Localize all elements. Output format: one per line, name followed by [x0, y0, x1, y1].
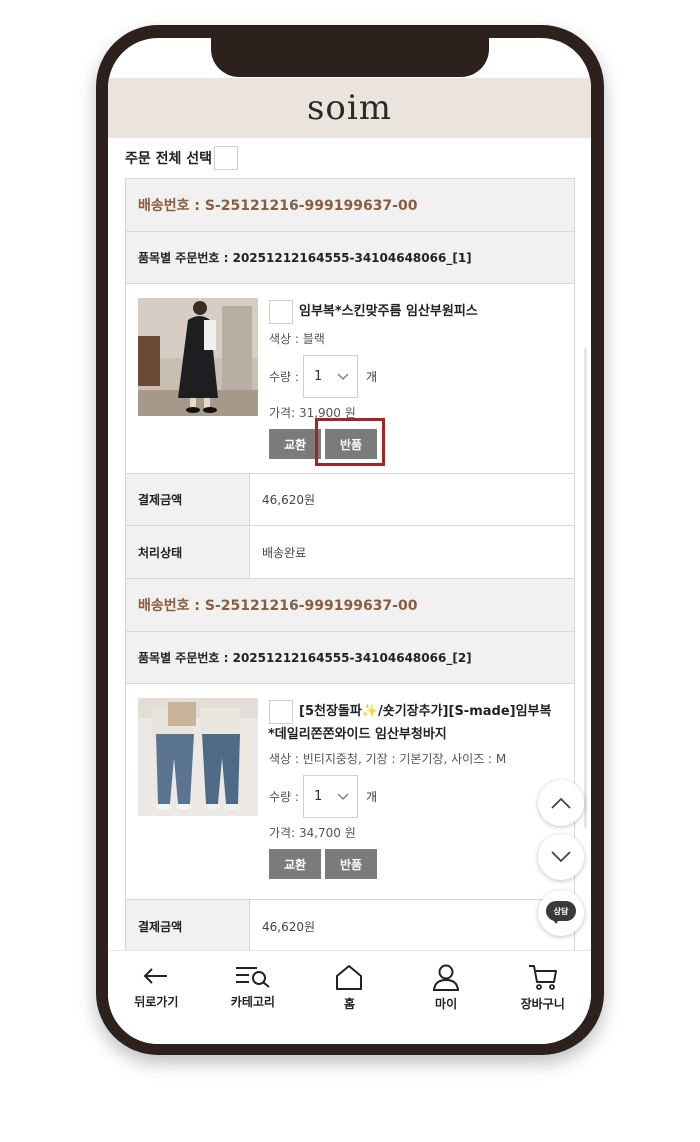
nav-label: 뒤로가기	[134, 995, 179, 1009]
product-info: 임부복*스킨맞주름 임산부원피스 색상 : 블랙 수량 : 1 개 가격: 31…	[269, 300, 568, 459]
nav-my[interactable]: 마이	[398, 951, 495, 1044]
scroll-bottom-button[interactable]	[538, 834, 584, 880]
order-content: 주문 전체 선택 배송번호 : S-25121216-999199637-00 …	[108, 138, 591, 950]
quantity-unit: 개	[365, 370, 377, 384]
back-arrow-icon	[143, 968, 168, 984]
exchange-button[interactable]: 교환	[269, 849, 321, 879]
payment-amount-row: 결제금액 46,620원	[126, 474, 574, 526]
nav-label: 카테고리	[230, 995, 275, 1009]
product-name-line1[interactable]: [5천장돌파✨/숏기장추가][S-made]임부복	[299, 700, 551, 724]
select-all-checkbox[interactable]	[214, 146, 239, 170]
scrollbar[interactable]	[584, 348, 587, 828]
order-item: 임부복*스킨맞주름 임산부원피스 색상 : 블랙 수량 : 1 개 가격: 31…	[126, 284, 574, 474]
shipping-number: 배송번호 : S-25121216-999199637-00	[126, 179, 574, 232]
row-value: 46,620원	[262, 919, 316, 934]
chevron-down-icon	[337, 793, 349, 800]
payment-amount-row: 결제금액 46,620원	[126, 900, 574, 950]
nav-cart[interactable]: 장바구니	[494, 951, 591, 1044]
cart-icon	[528, 965, 557, 990]
nav-label: 홈	[343, 997, 355, 1011]
chat-bubble-icon: 상담	[546, 901, 576, 925]
quantity-select[interactable]: 1	[302, 355, 358, 398]
bottom-navigation: 뒤로가기 카테고리 홈 마이 장바구니	[108, 950, 591, 1044]
status-row: 처리상태 배송완료	[126, 526, 574, 578]
return-button-highlight	[315, 418, 385, 466]
product-name[interactable]: 임부복*스킨맞주름 임산부원피스	[299, 300, 478, 324]
select-all-label: 주문 전체 선택	[125, 151, 213, 167]
return-button[interactable]: 반품	[325, 849, 377, 879]
category-search-icon	[235, 967, 270, 988]
product-image[interactable]	[138, 698, 258, 816]
item-order-number: 품목별 주문번호 : 20251212164555-34104648066_[1…	[126, 232, 574, 284]
product-price: 가격: 34,700 원	[269, 826, 356, 840]
shipping-number: 배송번호 : S-25121216-999199637-00	[126, 579, 574, 632]
order-card: 배송번호 : S-25121216-999199637-00 품목별 주문번호 …	[125, 178, 575, 579]
phone-notch	[211, 25, 489, 77]
home-icon	[336, 965, 363, 990]
phone-screen: soim 주문 전체 선택 배송번호 : S-25121216-99919963…	[108, 38, 591, 1044]
nav-home[interactable]: 홈	[301, 951, 398, 1044]
order-item: [5천장돌파✨/숏기장추가][S-made]임부복 *데일리쫀쫀와이드 임산부청…	[126, 684, 574, 900]
nav-category[interactable]: 카테고리	[205, 951, 302, 1044]
user-icon	[432, 964, 460, 991]
exchange-button[interactable]: 교환	[269, 429, 321, 459]
product-price: 가격: 31,900 원	[269, 406, 356, 420]
brand-logo[interactable]: soim	[307, 88, 392, 128]
chat-label: 상담	[553, 906, 569, 916]
scroll-top-button[interactable]	[538, 780, 584, 826]
quantity-label: 수량 :	[269, 370, 299, 384]
order-card: 배송번호 : S-25121216-999199637-00 품목별 주문번호 …	[125, 578, 575, 950]
quantity-value: 1	[313, 369, 323, 384]
quantity-select[interactable]: 1	[302, 775, 358, 818]
chat-consult-button[interactable]: 상담	[538, 890, 584, 936]
app-header: soim	[108, 78, 591, 138]
nav-label: 마이	[435, 997, 458, 1011]
quantity-label: 수량 :	[269, 790, 299, 804]
quantity-unit: 개	[365, 790, 377, 804]
row-key: 결제금액	[126, 900, 250, 950]
chevron-down-icon	[551, 851, 571, 863]
quantity-value: 1	[313, 789, 323, 804]
row-key: 처리상태	[126, 526, 250, 578]
row-key: 결제금액	[126, 474, 250, 525]
product-info: [5천장돌파✨/숏기장추가][S-made]임부복 *데일리쫀쫀와이드 임산부청…	[268, 700, 568, 879]
product-name-line2[interactable]: *데일리쫀쫀와이드 임산부청바지	[268, 724, 568, 746]
item-order-number: 품목별 주문번호 : 20251212164555-34104648066_[2…	[126, 632, 574, 684]
product-image[interactable]	[138, 298, 258, 416]
select-all-orders: 주문 전체 선택	[125, 146, 239, 170]
row-value: 배송완료	[262, 545, 307, 560]
nav-back[interactable]: 뒤로가기	[108, 951, 205, 1044]
product-option: 색상 : 빈티지중청, 기장 : 기본기장, 사이즈 : M	[269, 752, 507, 766]
chevron-up-icon	[551, 797, 571, 809]
product-option: 색상 : 블랙	[269, 332, 325, 346]
item-checkbox[interactable]	[269, 300, 293, 324]
row-value: 46,620원	[262, 493, 316, 507]
nav-label: 장바구니	[520, 997, 565, 1011]
item-checkbox[interactable]	[269, 700, 293, 724]
chevron-down-icon	[337, 373, 349, 380]
